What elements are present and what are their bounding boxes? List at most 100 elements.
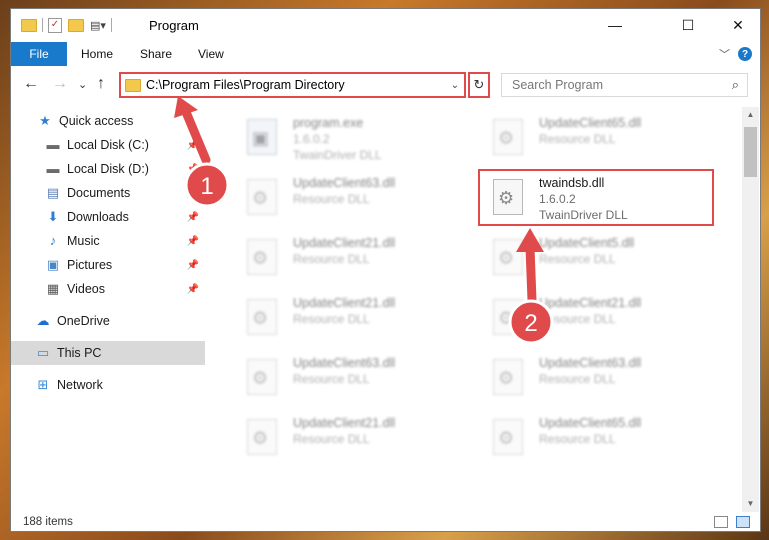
sidebar-item-network[interactable]: ⊞ Network (11, 373, 205, 397)
large-icons-view-icon[interactable] (736, 516, 750, 528)
scroll-up-icon[interactable]: ▲ (742, 107, 759, 123)
file-description: Resource DLL (539, 372, 616, 386)
dll-icon: ⚙ (247, 299, 277, 335)
tab-share[interactable]: Share (140, 47, 172, 61)
file-tile-updateclient63[interactable]: ⚙ UpdateClient63.dll Resource DLL (235, 173, 465, 229)
drive-icon: ▬ (46, 137, 60, 152)
sidebar-item-label: Pictures (67, 258, 113, 272)
pin-icon[interactable]: 📌 (187, 188, 199, 199)
window-title: Program (149, 18, 199, 33)
up-button[interactable]: ↑ (97, 75, 105, 93)
back-button[interactable]: ← (23, 75, 39, 93)
navigation-pane: ★ Quick access ▬ Local Disk (C:) 📌 ▬ Loc… (11, 107, 207, 512)
sidebar-item-label: Music (67, 234, 100, 248)
quick-access-toolbar: ✓ ▤▾ (21, 17, 117, 33)
sidebar-item-local-disk-d[interactable]: ▬ Local Disk (D:) 📌 (11, 157, 205, 181)
tab-home[interactable]: Home (81, 47, 113, 61)
properties-icon[interactable]: ✓ (48, 17, 62, 33)
dll-icon: ⚙ (493, 299, 523, 335)
dll-icon: ⚙ (493, 359, 523, 395)
vertical-scrollbar[interactable]: ▲ ▼ (742, 107, 759, 512)
recent-locations-button[interactable]: ⌄ (78, 78, 87, 91)
chevron-down-icon[interactable]: ﹀ (719, 46, 730, 62)
file-name: UpdateClient21.dll (293, 296, 396, 310)
toolbar-divider (42, 18, 43, 32)
file-tile-program-exe[interactable]: ▣ program.exe 1.6.0.2 TwainDriver DLL (235, 113, 465, 169)
computer-icon: ▭ (36, 345, 50, 360)
pin-icon[interactable]: 📌 (187, 164, 199, 175)
pin-icon[interactable]: 📌 (187, 236, 199, 247)
pin-icon[interactable]: 📌 (187, 140, 199, 151)
sidebar-item-downloads[interactable]: ⬇ Downloads 📌 (11, 205, 205, 229)
dll-icon: ⚙ (493, 239, 523, 275)
pin-icon[interactable]: 📌 (187, 212, 199, 223)
file-description: Resource DLL (293, 372, 370, 386)
sidebar-item-music[interactable]: ♪ Music 📌 (11, 229, 205, 253)
file-tile-updateclient21[interactable]: ⚙ UpdateClient21.dll Resource DLL (235, 233, 465, 289)
file-tile-updateclient21[interactable]: ⚙ UpdateClient21.dll Resource DLL (235, 413, 465, 469)
folder-icon (125, 78, 141, 92)
details-view-icon[interactable] (714, 516, 728, 528)
sidebar-item-quick-access[interactable]: ★ Quick access (11, 109, 205, 133)
customize-toolbar-icon[interactable]: ▤▾ (90, 19, 106, 32)
dll-icon: ⚙ (493, 419, 523, 455)
file-tile-updateclient21[interactable]: ⚙ UpdateClient21.dll Resource DLL (235, 293, 465, 349)
file-tile-updateclient21[interactable]: ⚙ UpdateClient21.dll Resource DLL (481, 293, 711, 349)
file-tile-updateclient65[interactable]: ⚙ UpdateClient65.dll Resource DLL (481, 413, 711, 469)
minimize-button[interactable]: — (592, 9, 638, 41)
tab-view[interactable]: View (198, 47, 224, 61)
sidebar-item-documents[interactable]: ▤ Documents 📌 (11, 181, 205, 205)
file-tile-updateclient63[interactable]: ⚙ UpdateClient63.dll Resource DLL (235, 353, 465, 409)
new-folder-icon[interactable] (68, 18, 84, 32)
sidebar-item-videos[interactable]: ▦ Videos 📌 (11, 277, 205, 301)
file-description: Resource DLL (293, 432, 370, 446)
sidebar-item-local-disk-c[interactable]: ▬ Local Disk (C:) 📌 (11, 133, 205, 157)
file-description: TwainDriver DLL (293, 148, 382, 162)
scroll-down-icon[interactable]: ▼ (742, 496, 759, 512)
file-name: program.exe (293, 116, 364, 130)
file-tile-updateclient65[interactable]: ⚙ UpdateClient65.dll Resource DLL (481, 113, 711, 169)
search-input[interactable]: Search Program ⌕ (501, 73, 748, 97)
pin-icon[interactable]: 📌 (187, 260, 199, 271)
ribbon-tabs: File Home Share View ﹀ ? (11, 42, 760, 66)
sidebar-item-onedrive[interactable]: ☁ OneDrive (11, 309, 205, 333)
item-count: 188 items (23, 516, 73, 528)
tab-file[interactable]: File (11, 42, 67, 66)
dll-icon: ⚙ (247, 239, 277, 275)
file-name: UpdateClient63.dll (539, 356, 642, 370)
pin-icon[interactable]: 📌 (187, 284, 199, 295)
forward-button[interactable]: → (52, 75, 68, 93)
onedrive-icon: ☁ (36, 313, 50, 328)
exe-icon: ▣ (247, 119, 277, 155)
sidebar-item-label: Quick access (59, 114, 134, 128)
close-button[interactable]: ✕ (715, 9, 760, 41)
downloads-icon: ⬇ (47, 209, 59, 224)
file-tile-updateclient63[interactable]: ⚙ UpdateClient63.dll Resource DLL (481, 353, 711, 409)
search-icon[interactable]: ⌕ (732, 77, 739, 93)
sidebar-item-this-pc[interactable]: ▭ This PC (11, 341, 205, 365)
sidebar-item-label: Downloads (67, 210, 129, 224)
file-explorer-window: ✓ ▤▾ Program — ☐ ✕ File Home Share View … (10, 8, 761, 532)
sidebar-item-label: Videos (67, 282, 105, 296)
chevron-down-icon[interactable]: ⌄ (446, 80, 464, 91)
sidebar-item-pictures[interactable]: ▣ Pictures 📌 (11, 253, 205, 277)
maximize-button[interactable]: ☐ (665, 9, 711, 41)
file-description: Resource DLL (539, 312, 616, 326)
sidebar-item-label: This PC (57, 346, 102, 360)
file-name: UpdateClient5.dll (539, 236, 635, 250)
file-tile-updateclient5[interactable]: ⚙ UpdateClient5.dll Resource DLL (481, 233, 711, 289)
dll-icon: ⚙ (493, 119, 523, 155)
dll-icon: ⚙ (247, 179, 277, 215)
address-path[interactable]: C:\Program Files\Program Directory (146, 78, 446, 92)
help-icon[interactable]: ? (738, 47, 752, 61)
scroll-thumb[interactable] (744, 127, 757, 177)
folder-icon[interactable] (21, 18, 37, 32)
drive-icon: ▬ (46, 161, 60, 176)
refresh-button[interactable]: ↻ (468, 72, 490, 98)
file-description: Resource DLL (293, 192, 370, 206)
address-bar[interactable]: C:\Program Files\Program Directory ⌄ (119, 72, 466, 98)
file-list: ▣ program.exe 1.6.0.2 TwainDriver DLL ⚙ … (209, 107, 742, 512)
status-bar: 188 items (11, 512, 760, 531)
toolbar-divider (110, 18, 112, 32)
videos-icon: ▦ (46, 281, 60, 296)
